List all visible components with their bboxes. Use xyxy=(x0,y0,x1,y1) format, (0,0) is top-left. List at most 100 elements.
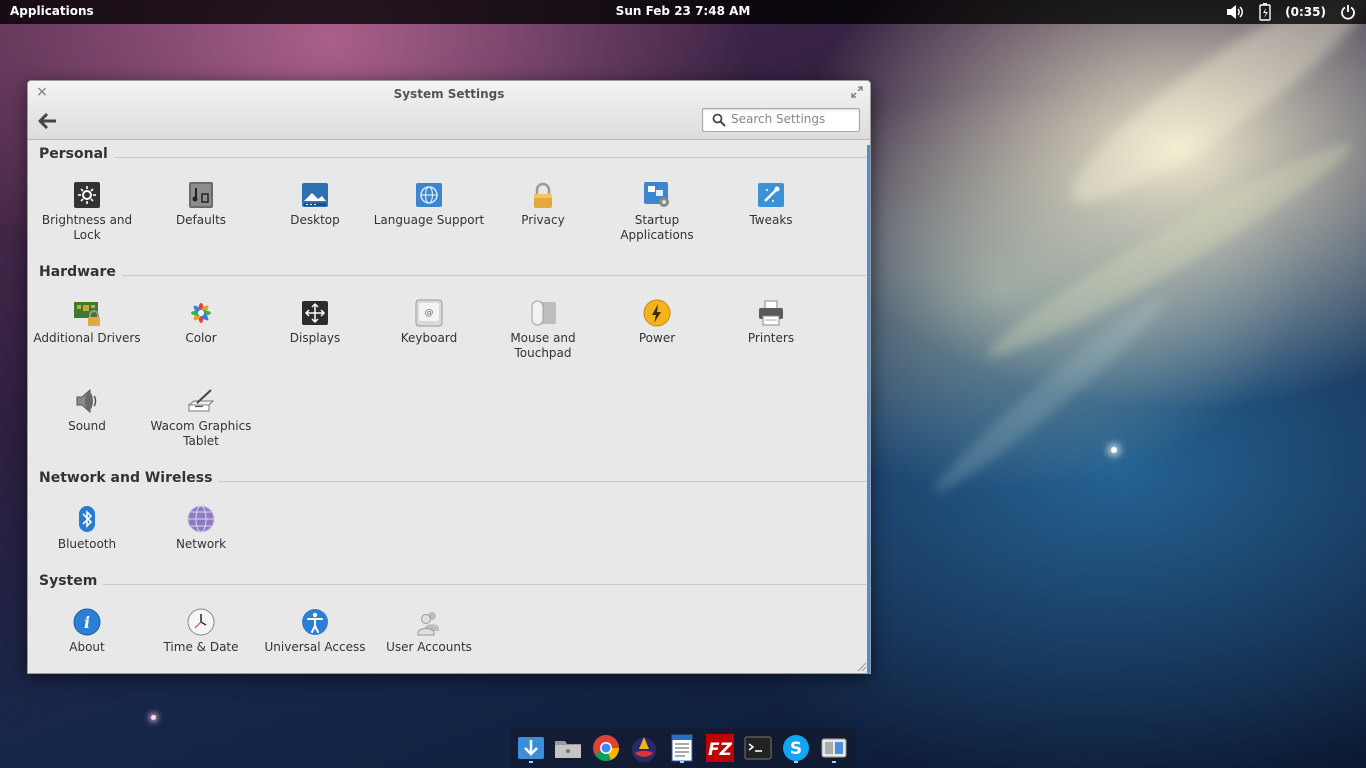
settings-item-label: Startup Applications xyxy=(620,213,694,242)
settings-item-label: Power xyxy=(638,331,676,345)
settings-item-label: Brightness and Lock xyxy=(41,213,133,242)
settings-item-mouse[interactable]: Mouse and Touchpad xyxy=(487,299,599,383)
running-indicator xyxy=(832,761,836,763)
chrome-icon xyxy=(593,735,619,762)
window-titlebar: × System Settings xyxy=(28,81,870,140)
mouse-icon xyxy=(529,299,557,327)
dock-filezilla[interactable]: FZ xyxy=(705,733,735,763)
wallpaper-star xyxy=(1111,447,1117,453)
section-divider xyxy=(39,275,867,276)
panel-clock[interactable]: Sun Feb 23 7:48 AM xyxy=(600,4,766,18)
dock-app-launcher[interactable] xyxy=(629,733,659,763)
dock-terminal[interactable] xyxy=(743,733,773,763)
svg-text:FZ: FZ xyxy=(708,740,733,760)
scrollbar[interactable] xyxy=(867,145,870,673)
settings-item-label: Color xyxy=(185,331,217,345)
settings-item-defaults[interactable]: Defaults xyxy=(145,181,257,265)
power-icon[interactable] xyxy=(1340,4,1356,20)
settings-item-user-accounts[interactable]: User Accounts xyxy=(373,608,485,673)
tablet-icon xyxy=(187,387,215,415)
volume-icon[interactable] xyxy=(1225,4,1245,20)
info-icon: i xyxy=(73,608,101,636)
printer-icon xyxy=(757,299,785,327)
settings-item-startup[interactable]: Startup Applications xyxy=(601,181,713,265)
svg-text:i: i xyxy=(84,613,90,632)
dock-app-center[interactable] xyxy=(516,733,546,763)
dock-chrome[interactable] xyxy=(591,733,621,763)
launcher-icon xyxy=(632,737,656,762)
settings-item-tweaks[interactable]: Tweaks xyxy=(715,181,827,265)
settings-item-about[interactable]: i About xyxy=(31,608,143,673)
language-icon xyxy=(415,181,443,209)
settings-item-label: About xyxy=(69,640,105,654)
clock-icon xyxy=(187,608,215,636)
resize-grip-icon[interactable] xyxy=(857,661,867,672)
battery-time[interactable]: (0:35) xyxy=(1285,5,1326,19)
settings-item-label: Mouse and Touchpad xyxy=(510,331,576,360)
settings-item-label: Time & Date xyxy=(163,640,239,654)
app-center-icon xyxy=(518,737,544,759)
top-panel: Applications Sun Feb 23 7:48 AM (0:35) xyxy=(0,0,1366,24)
dock-skype[interactable]: S xyxy=(781,733,811,763)
settings-item-printers[interactable]: Printers xyxy=(715,299,827,383)
settings-switch-icon xyxy=(821,738,847,758)
settings-item-label: Sound xyxy=(68,419,106,433)
settings-item-label: Privacy xyxy=(521,213,565,227)
power-bolt-icon xyxy=(643,299,671,327)
back-arrow-icon xyxy=(38,112,56,130)
settings-item-color[interactable]: Color xyxy=(145,299,257,383)
brightness-lock-icon xyxy=(73,181,101,209)
settings-item-language[interactable]: Language Support xyxy=(373,181,485,265)
settings-content: Personal Brightness and Lock Defaults De… xyxy=(28,140,867,673)
filezilla-icon: FZ xyxy=(706,734,734,762)
search-icon xyxy=(712,113,726,127)
settings-item-label: Language Support xyxy=(373,213,485,227)
battery-icon[interactable] xyxy=(1259,3,1271,21)
settings-item-label: User Accounts xyxy=(386,640,472,654)
settings-item-label: Displays xyxy=(289,331,341,345)
search-input[interactable] xyxy=(731,111,853,127)
section-network: Network and Wireless xyxy=(39,470,867,490)
settings-item-label: Defaults xyxy=(175,213,227,227)
settings-item-label: Tweaks xyxy=(749,213,793,227)
bluetooth-icon xyxy=(73,505,101,533)
section-title: Network and Wireless xyxy=(39,470,219,486)
dock-system-settings[interactable] xyxy=(819,733,849,763)
privacy-lock-icon xyxy=(529,181,557,209)
settings-item-desktop[interactable]: Desktop xyxy=(259,181,371,265)
defaults-icon xyxy=(187,181,215,209)
settings-item-privacy[interactable]: Privacy xyxy=(487,181,599,265)
wallpaper-streak xyxy=(925,287,1175,503)
back-button[interactable] xyxy=(38,112,58,130)
search-field[interactable] xyxy=(702,108,860,132)
section-title: System xyxy=(39,573,104,589)
section-title: Hardware xyxy=(39,264,122,280)
settings-item-time-date[interactable]: Time & Date xyxy=(145,608,257,673)
maximize-icon[interactable] xyxy=(850,85,864,99)
settings-item-keyboard[interactable]: @ Keyboard xyxy=(373,299,485,383)
system-tray: (0:35) xyxy=(1225,2,1356,22)
drivers-icon xyxy=(73,299,101,327)
settings-item-sound[interactable]: Sound xyxy=(31,387,143,471)
settings-item-universal-access[interactable]: Universal Access xyxy=(259,608,371,673)
wallpaper-streak xyxy=(978,127,1362,373)
svg-text:@: @ xyxy=(425,308,434,318)
settings-item-displays[interactable]: Displays xyxy=(259,299,371,383)
settings-item-label: Universal Access xyxy=(264,640,366,654)
settings-item-label: Additional Drivers xyxy=(33,331,141,345)
displays-icon xyxy=(301,299,329,327)
section-title: Personal xyxy=(39,146,114,162)
applications-menu[interactable]: Applications xyxy=(10,4,94,18)
section-divider xyxy=(39,584,867,585)
settings-item-label: Wacom Graphics Tablet xyxy=(150,419,252,448)
dock-text-editor[interactable] xyxy=(667,733,697,763)
settings-item-power[interactable]: Power xyxy=(601,299,713,383)
settings-item-additional-drivers[interactable]: Additional Drivers xyxy=(31,299,143,383)
window-title: System Settings xyxy=(393,87,505,101)
settings-item-wacom[interactable]: Wacom Graphics Tablet xyxy=(145,387,257,471)
svg-text:S: S xyxy=(790,739,802,759)
dock-files[interactable] xyxy=(553,733,583,763)
settings-item-brightness-lock[interactable]: Brightness and Lock xyxy=(31,181,143,265)
section-divider xyxy=(39,157,867,158)
wallpaper-star xyxy=(151,715,156,720)
